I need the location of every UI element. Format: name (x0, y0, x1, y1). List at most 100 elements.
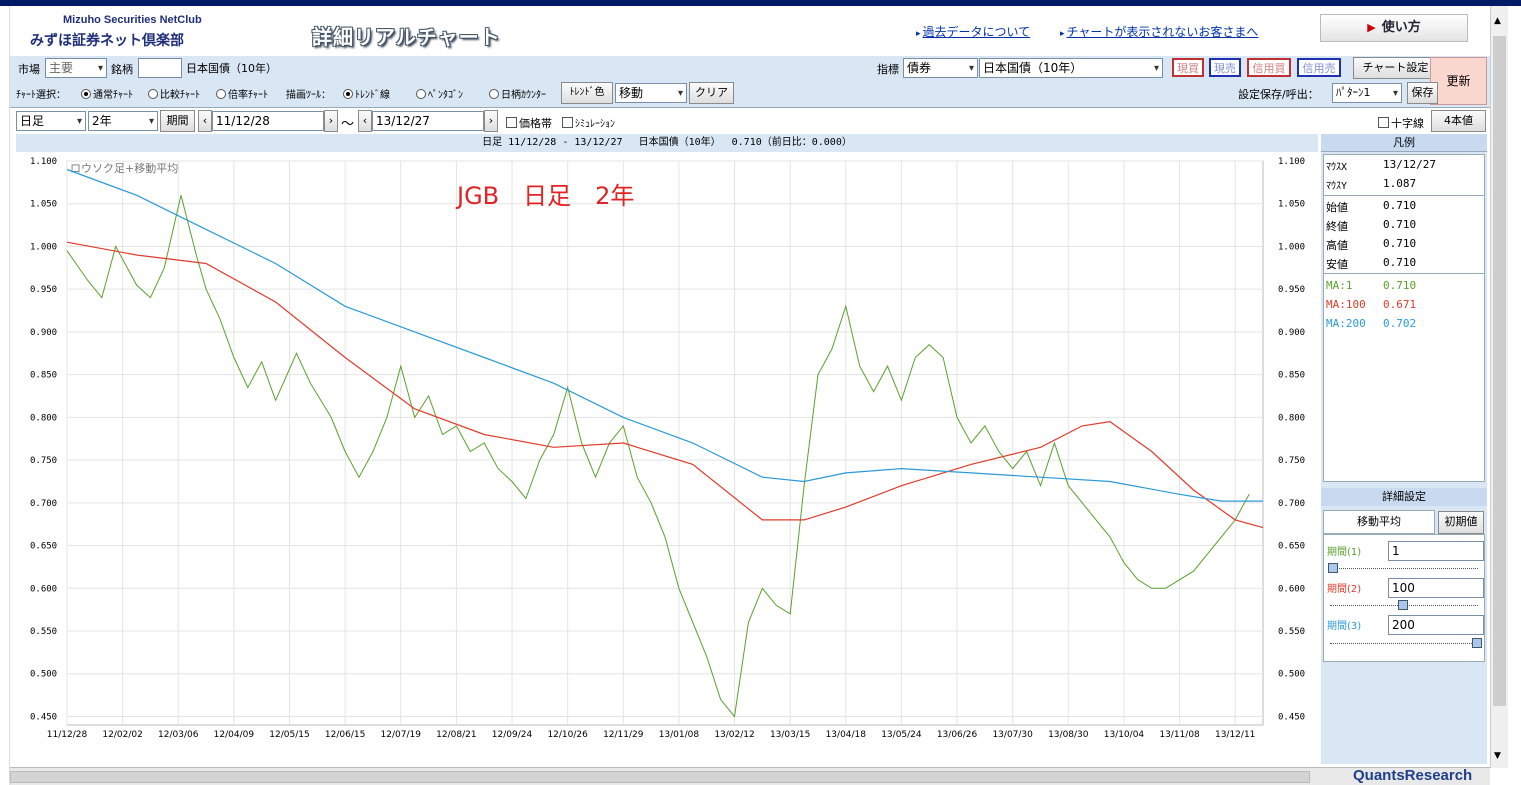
close-label: 終値 (1326, 220, 1348, 233)
spot-buy-button[interactable]: 現買 (1172, 58, 1204, 77)
x-tick-label: 13/03/15 (770, 730, 810, 740)
period-button[interactable]: 期間 (160, 110, 195, 132)
period1-slider[interactable] (1328, 563, 1478, 573)
four-values-button[interactable]: 4本値 (1431, 110, 1486, 132)
y-tick-label-right: 0.450 (1278, 712, 1305, 722)
ma200-label: MA:200 (1326, 317, 1366, 330)
date-to-next-button[interactable]: › (484, 110, 498, 132)
y-tick-label-left: 0.550 (30, 627, 57, 637)
save-button[interactable]: 保存 (1407, 82, 1438, 104)
period3-slider[interactable] (1330, 638, 1482, 648)
period2-input[interactable]: 100 (1388, 578, 1484, 598)
chart-select-label: ﾁｬｰﾄ選択： (16, 90, 66, 101)
status-bar: QuantsResearch (10, 767, 1490, 785)
date-from-next-button[interactable]: › (324, 110, 338, 132)
crosshair-checkbox[interactable]: 十字線 (1378, 115, 1424, 131)
usage-button[interactable]: ▶ 使い方 (1320, 14, 1468, 42)
radio-day-counter[interactable]: 日柄ｶｳﾝﾀｰ (489, 86, 546, 101)
date-to-input[interactable]: 13/12/27 (372, 111, 484, 131)
scroll-thumb[interactable] (1493, 36, 1506, 706)
trend-color-button[interactable]: ﾄﾚﾝﾄﾞ色 (561, 82, 613, 104)
radio-ratio-label: 倍率ﾁｬｰﾄ (228, 90, 268, 101)
market-select[interactable]: 主要 (45, 58, 107, 78)
scroll-down-icon[interactable]: ▼ (1494, 751, 1501, 761)
brand-japanese[interactable]: みずほ証券ネット倶楽部 (30, 30, 184, 50)
price-chart[interactable]: 1.100 1.100 1.050 1.050 1.000 1.000 0.950 0.950… (10, 152, 1321, 764)
chart-area[interactable]: 日足 11/12/28 - 13/12/27 日本国債（10年） 0.710（前… (10, 134, 1321, 764)
mouse-y-label: ﾏｳｽY (1326, 181, 1348, 192)
y-tick-label-right: 0.600 (1278, 584, 1305, 594)
plot-area (66, 160, 1264, 726)
y-tick-label-right: 0.900 (1278, 328, 1305, 338)
spot-sell-button[interactable]: 現売 (1209, 58, 1241, 77)
radio-pentagon[interactable]: ﾍﾟﾝﾀｺﾞﾝ (416, 86, 463, 101)
header (10, 6, 1490, 56)
period3-input[interactable]: 200 (1388, 615, 1484, 635)
y-tick-label-left: 0.700 (30, 499, 57, 509)
ma100-label: MA:100 (1326, 298, 1366, 311)
simulation-checkbox[interactable]: ｼﾐｭﾚｰｼｮﾝ (562, 115, 615, 130)
y-tick-label-right: 0.650 (1278, 542, 1305, 552)
x-tick-label: 12/10/26 (547, 730, 588, 740)
reset-button[interactable]: 初期値 (1438, 511, 1484, 534)
period-length-select[interactable]: 2年 (88, 111, 158, 131)
vertical-scrollbar[interactable]: ▲ ▼ (1490, 6, 1508, 768)
chart-settings-button[interactable]: チャート設定 (1353, 57, 1438, 79)
radio-compare-label: 比較ﾁｬｰﾄ (160, 90, 200, 101)
y-tick-label-right: 1.100 (1278, 157, 1305, 167)
pattern-select[interactable]: ﾊﾟﾀｰﾝ1 (1332, 83, 1402, 103)
move-select[interactable]: 移動 (615, 83, 687, 103)
period3-thumb[interactable] (1472, 638, 1482, 648)
radio-ratio-chart[interactable]: 倍率ﾁｬｰﾄ (216, 86, 268, 101)
x-tick-label: 13/02/12 (714, 730, 754, 740)
save-load-label: 設定保存/呼出： (1238, 88, 1319, 101)
issue-code-input[interactable] (138, 58, 182, 78)
y-tick-label-left: 0.900 (30, 328, 57, 338)
chart-help-link[interactable]: チャートが表示されないお客さまへ (1060, 23, 1259, 40)
period1-thumb[interactable] (1328, 563, 1338, 573)
chart-subtitle: ロウソク足+移動平均 (70, 161, 178, 175)
tab-moving-average[interactable]: 移動平均 (1323, 510, 1435, 534)
tilde: 〜 (341, 117, 355, 132)
date-to-prev-button[interactable]: ‹ (358, 110, 372, 132)
open-value: 0.710 (1383, 199, 1417, 212)
close-value: 0.710 (1383, 218, 1417, 231)
y-tick-label-left: 0.800 (30, 413, 57, 423)
date-from-input[interactable]: 11/12/28 (212, 111, 324, 131)
indicator-label: 指標 (877, 63, 899, 76)
date-from-prev-button[interactable]: ‹ (198, 110, 212, 132)
legend-divider (1324, 195, 1484, 196)
period2-thumb[interactable] (1398, 600, 1408, 610)
margin-sell-button[interactable]: 信用売 (1297, 58, 1341, 77)
brand-english: Mizuho Securities NetClub (63, 14, 202, 26)
x-tick-label: 13/04/18 (826, 730, 867, 740)
x-tick-label: 13/07/30 (992, 730, 1033, 740)
scroll-up-icon[interactable]: ▲ (1494, 16, 1501, 26)
low-value: 0.710 (1383, 256, 1417, 269)
simulation-label: ｼﾐｭﾚｰｼｮﾝ (575, 119, 615, 130)
period-type-select[interactable]: 日足 (16, 111, 86, 131)
horizontal-scrollbar[interactable] (10, 771, 1310, 783)
ma1-label: MA:1 (1326, 279, 1353, 292)
clear-button[interactable]: クリア (689, 82, 734, 104)
period2-slider[interactable] (1330, 600, 1478, 610)
price-band-checkbox[interactable]: 価格帯 (506, 115, 552, 131)
radio-normal-chart[interactable]: 通常ﾁｬｰﾄ (81, 86, 133, 101)
y-tick-label-right: 0.500 (1278, 670, 1305, 680)
past-data-link[interactable]: 過去データについて (916, 23, 1031, 40)
period3-label: 期間(3) (1327, 621, 1362, 632)
mouse-x-value: 13/12/27 (1383, 158, 1436, 171)
legend-divider-2 (1324, 273, 1484, 274)
x-tick-label: 12/06/15 (325, 730, 365, 740)
period1-input[interactable]: 1 (1388, 541, 1484, 561)
radio-trendline-label: ﾄﾚﾝﾄﾞ線 (355, 90, 390, 101)
x-tick-label: 12/03/06 (158, 730, 199, 740)
indicator-select[interactable]: 債券 (903, 58, 978, 78)
margin-buy-button[interactable]: 信用買 (1247, 58, 1291, 77)
x-tick-label: 13/05/24 (881, 730, 922, 740)
indicator-issue-select[interactable]: 日本国債（10年） (979, 58, 1163, 78)
x-tick-label: 12/05/15 (269, 730, 309, 740)
radio-compare-chart[interactable]: 比較ﾁｬｰﾄ (148, 86, 200, 101)
y-tick-label-right: 1.000 (1278, 242, 1305, 252)
radio-trendline[interactable]: ﾄﾚﾝﾄﾞ線 (343, 86, 390, 101)
